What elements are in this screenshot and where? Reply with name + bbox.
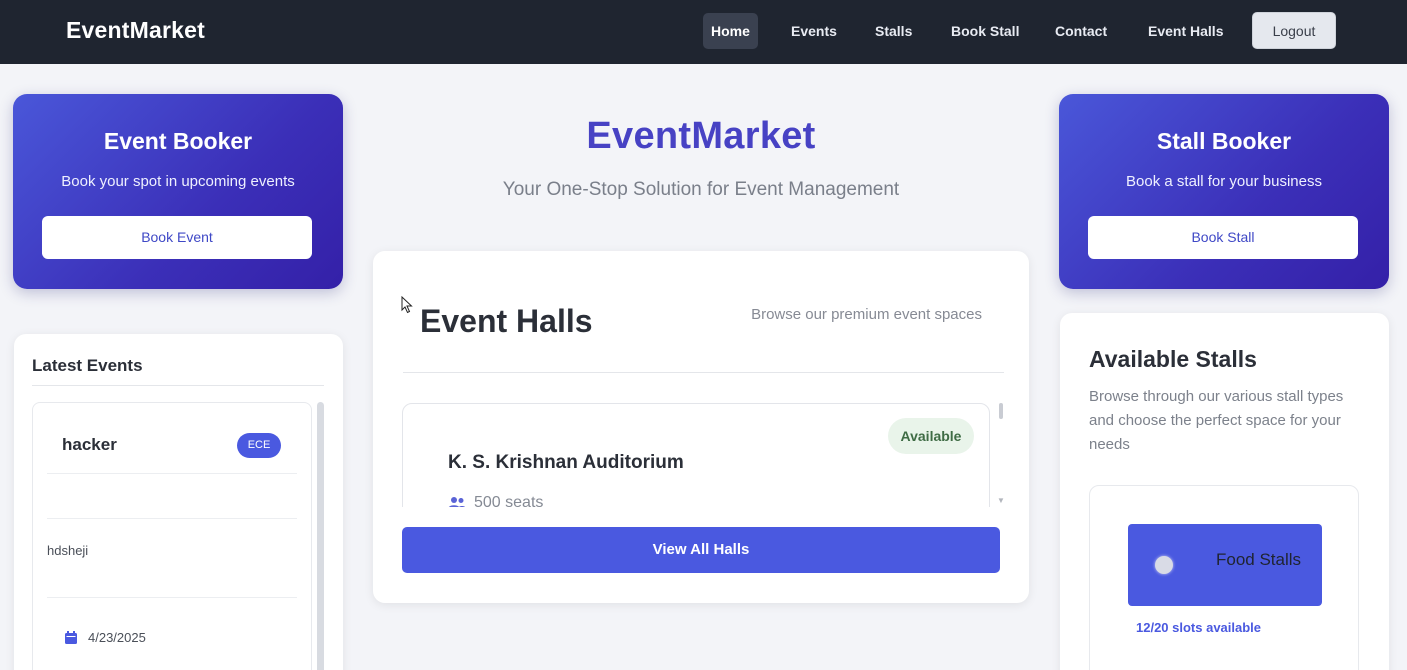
event-date: 4/23/2025 xyxy=(65,630,146,645)
nav-contact[interactable]: Contact xyxy=(1047,13,1115,49)
event-halls-browse-text: Browse our premium event spaces xyxy=(751,306,982,323)
event-card[interactable]: hacker ECE hdsheji 4/23/2025 xyxy=(32,402,312,670)
latest-events-title: Latest Events xyxy=(32,356,143,375)
event-halls-panel: Event Halls Browse our premium event spa… xyxy=(373,251,1029,603)
nav-event-halls[interactable]: Event Halls xyxy=(1140,13,1231,49)
view-all-halls-button[interactable]: View All Halls xyxy=(402,527,1000,573)
event-booker-subtitle: Book your spot in upcoming events xyxy=(61,173,295,190)
available-stalls-title: Available Stalls xyxy=(1089,346,1257,372)
mouse-cursor-icon xyxy=(401,296,413,314)
event-date-text: 4/23/2025 xyxy=(88,630,146,645)
book-stall-button[interactable]: Book Stall xyxy=(1088,216,1358,259)
nav-links: Home Events Stalls Book Stall Contact Ev… xyxy=(0,13,1407,49)
event-name: hacker xyxy=(62,435,117,454)
calendar-icon xyxy=(65,631,77,644)
event-category-badge: ECE xyxy=(237,433,281,458)
nav-home[interactable]: Home xyxy=(703,13,758,49)
stall-tile[interactable]: Food Stalls xyxy=(1128,524,1322,606)
stall-booker-subtitle: Book a stall for your business xyxy=(1126,173,1322,190)
book-event-button[interactable]: Book Event xyxy=(42,216,312,259)
divider xyxy=(47,597,297,598)
scrollbar-thumb[interactable] xyxy=(999,403,1003,419)
event-description: hdsheji xyxy=(47,543,89,558)
hall-status-badge: Available xyxy=(888,418,974,454)
hero-subtitle: Your One-Stop Solution for Event Managem… xyxy=(502,179,900,200)
stall-card[interactable]: Food Stalls 12/20 slots available xyxy=(1089,485,1359,670)
hall-seats: 500 seats xyxy=(448,494,543,507)
nav-events[interactable]: Events xyxy=(783,13,845,49)
scroll-down-icon[interactable]: ▼ xyxy=(997,496,1005,505)
top-navbar: EventMarket Home Events Stalls Book Stal… xyxy=(0,0,1407,64)
stall-type-name: Food Stalls xyxy=(1216,550,1302,569)
nav-book-stall[interactable]: Book Stall xyxy=(943,13,1027,49)
hall-list-scrollbar[interactable]: ▼ xyxy=(996,397,1005,507)
stall-icon xyxy=(1155,556,1173,574)
hero-title: EventMarket xyxy=(586,115,816,157)
event-booker-title: Event Booker xyxy=(103,128,253,154)
divider xyxy=(403,372,1004,373)
divider xyxy=(47,473,297,474)
stall-booker-card: Stall Booker Book a stall for your busin… xyxy=(1059,94,1389,289)
users-icon xyxy=(448,497,465,507)
divider xyxy=(32,385,324,386)
event-halls-title: Event Halls xyxy=(420,303,593,339)
latest-events-panel: Latest Events hacker ECE hdsheji 4/23/20… xyxy=(14,334,343,670)
divider xyxy=(47,518,297,519)
nav-stalls[interactable]: Stalls xyxy=(867,13,920,49)
events-scrollbar[interactable] xyxy=(317,402,324,670)
hall-list[interactable]: Available K. S. Krishnan Auditorium 500 … xyxy=(402,403,990,507)
stall-booker-title: Stall Booker xyxy=(1156,128,1292,154)
stall-slots-available: 12/20 slots available xyxy=(1136,620,1262,635)
available-stalls-panel: Available Stalls Browse through our vari… xyxy=(1060,313,1389,670)
available-stalls-description: Browse through our various stall types a… xyxy=(1089,388,1344,453)
hall-card[interactable]: Available K. S. Krishnan Auditorium 500 … xyxy=(402,403,990,507)
hall-name: K. S. Krishnan Auditorium xyxy=(448,452,684,473)
event-booker-card: Event Booker Book your spot in upcoming … xyxy=(13,94,343,289)
logout-button[interactable]: Logout xyxy=(1252,12,1336,49)
hall-seats-text: 500 seats xyxy=(474,494,544,507)
